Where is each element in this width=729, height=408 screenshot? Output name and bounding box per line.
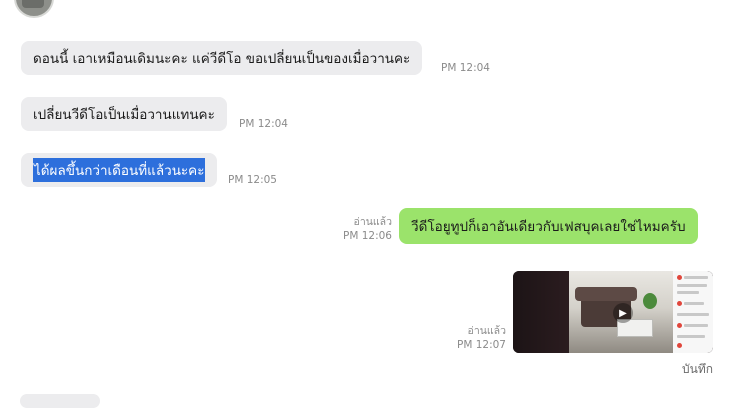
message-timestamp: PM 12:05: [228, 174, 277, 186]
message-timestamp: PM 12:07: [457, 339, 506, 351]
preview-line: [677, 313, 709, 316]
read-label: อ่านแล้ว: [353, 216, 392, 228]
preview-line: [677, 335, 705, 338]
video-message-thumbnail[interactable]: ▶: [513, 271, 713, 353]
incoming-message-bubble[interactable]: ดอนนี้ เอาเหมือนเดิมนะคะ แค่วีดีโอ ขอเปล…: [21, 41, 423, 75]
message-text: วีดีโอยูทูปก็เอาอันเดียวกับเฟสบุคเลยใช่ไ…: [411, 219, 686, 235]
save-media-button[interactable]: บันทึก: [682, 360, 713, 379]
incoming-message-bubble[interactable]: ได้ผลขึ้นกว่าเดือนที่แล้วนะคะ: [21, 153, 218, 187]
read-label: อ่านแล้ว: [467, 325, 506, 337]
notification-dot-icon: [677, 301, 682, 306]
read-receipt: อ่านแล้ว PM 12:07: [440, 324, 506, 352]
video-frame: ▶: [569, 271, 677, 353]
preview-line: [684, 276, 708, 279]
notification-dot-icon: [677, 343, 682, 348]
preview-line: [684, 302, 704, 305]
message-timestamp: PM 12:06: [343, 230, 392, 242]
video-letterbox-left: [513, 271, 569, 353]
outgoing-message-bubble[interactable]: วีดีโอยูทูปก็เอาอันเดียวกับเฟสบุคเลยใช่ไ…: [399, 208, 698, 244]
read-receipt: อ่านแล้ว PM 12:06: [330, 215, 392, 243]
preview-line: [677, 284, 707, 287]
preview-line: [677, 291, 699, 294]
plant-image: [643, 293, 657, 309]
incoming-message-bubble[interactable]: [20, 394, 100, 408]
message-text: เปลี่ยนวีดีโอเป็นเมื่อวานแทนคะ: [33, 107, 215, 123]
message-timestamp: PM 12:04: [441, 62, 490, 74]
preview-line: [684, 324, 708, 327]
facebook-post-preview: [673, 271, 713, 353]
message-text: ดอนนี้ เอาเหมือนเดิมนะคะ แค่วีดีโอ ขอเปล…: [33, 51, 411, 67]
play-icon[interactable]: ▶: [613, 303, 633, 323]
notification-dot-icon: [677, 323, 682, 328]
message-timestamp: PM 12:04: [239, 118, 288, 130]
incoming-message-bubble[interactable]: เปลี่ยนวีดีโอเป็นเมื่อวานแทนคะ: [21, 97, 227, 131]
message-text-selected: ได้ผลขึ้นกว่าเดือนที่แล้วนะคะ: [33, 158, 206, 182]
contact-avatar[interactable]: [14, 0, 54, 18]
notification-dot-icon: [677, 275, 682, 280]
